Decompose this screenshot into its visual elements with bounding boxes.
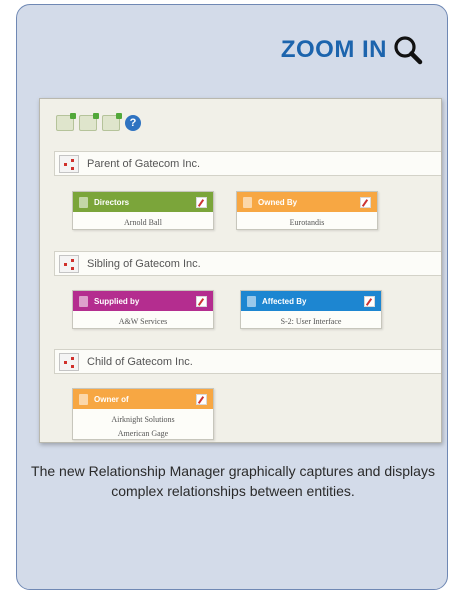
relationship-icon (59, 254, 79, 273)
document-icon (79, 393, 88, 405)
box-header: Affected By (241, 291, 381, 311)
box-title: Affected By (262, 296, 307, 306)
box-header: Owner of (73, 389, 213, 409)
box-header: Directors (73, 192, 213, 212)
relationship-box-owned-by[interactable]: Owned By Eurotandis (236, 191, 378, 230)
group-header-parent[interactable]: Parent of Gatecom Inc. (54, 151, 441, 176)
relationship-box-owner-of[interactable]: Owner of Airknight Solutions American Ga… (72, 388, 214, 440)
box-item[interactable]: Arnold Ball (73, 212, 213, 229)
box-item[interactable]: American Gage (73, 426, 213, 440)
document-icon (243, 196, 252, 208)
box-title: Owned By (258, 197, 298, 207)
box-item[interactable]: Airknight Solutions (73, 409, 213, 426)
zoom-in-heading: ZOOM IN (281, 35, 423, 65)
edit-icon[interactable] (364, 295, 375, 307)
box-title: Owner of (94, 394, 129, 404)
relationship-icon (59, 352, 79, 371)
group-header-child[interactable]: Child of Gatecom Inc. (54, 349, 441, 374)
help-icon[interactable]: ? (125, 115, 141, 131)
caption: The new Relationship Manager graphically… (31, 463, 435, 499)
edit-icon[interactable] (196, 295, 207, 307)
edit-icon[interactable] (196, 393, 207, 405)
relationship-box-supplied-by[interactable]: Supplied by A&W Services (72, 290, 214, 329)
add-relationship-icon[interactable] (56, 113, 76, 131)
magnifier-icon (394, 36, 423, 65)
document-icon (79, 295, 88, 307)
group-label: Sibling of Gatecom Inc. (87, 257, 201, 270)
box-title: Directors (94, 197, 130, 207)
box-header: Supplied by (73, 291, 213, 311)
box-header: Owned By (237, 192, 377, 212)
group-header-sibling[interactable]: Sibling of Gatecom Inc. (54, 251, 441, 276)
add-relationship-icon[interactable] (79, 113, 99, 131)
card-bottom-edge (17, 587, 447, 589)
edit-icon[interactable] (196, 196, 207, 208)
toolbar: ? (56, 113, 141, 131)
group-label: Parent of Gatecom Inc. (87, 157, 201, 170)
relationship-icon (59, 154, 79, 173)
info-card: ZOOM IN ? Parent of Gatecom Inc. Directo… (16, 4, 448, 590)
box-title: Supplied by (94, 296, 140, 306)
group-label: Child of Gatecom Inc. (87, 355, 193, 368)
group-icon (79, 196, 88, 208)
zoom-in-label: ZOOM IN (280, 36, 387, 63)
relationship-box-directors[interactable]: Directors Arnold Ball (72, 191, 214, 230)
box-item[interactable]: S-2: User Interface (241, 311, 381, 328)
box-item[interactable]: A&W Services (73, 311, 213, 328)
relationship-manager-screenshot: ? Parent of Gatecom Inc. Directors Arnol… (39, 98, 442, 443)
relationship-box-affected-by[interactable]: Affected By S-2: User Interface (240, 290, 382, 329)
add-relationship-icon[interactable] (102, 113, 122, 131)
edit-icon[interactable] (360, 196, 371, 208)
folder-icon (247, 295, 256, 307)
box-item[interactable]: Eurotandis (237, 212, 377, 229)
